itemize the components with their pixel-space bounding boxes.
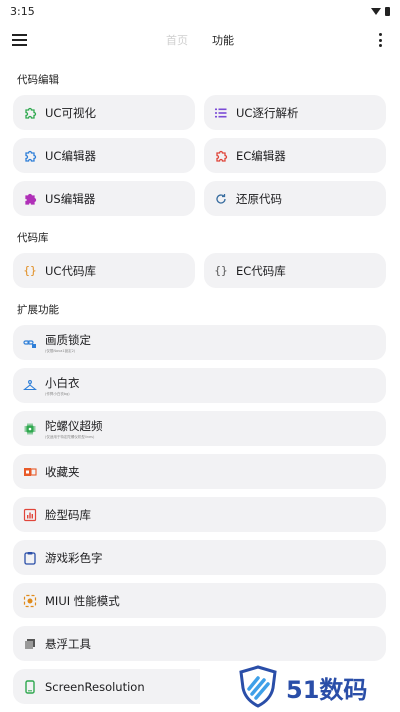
card-text: 画质锁定 (仅限Nova1锁定2) [45,332,91,354]
braces-icon: {} [23,264,37,277]
card-label: 脸型码库 [45,507,91,522]
card-label: UC代码库 [45,263,96,278]
shield-logo-icon [236,664,280,712]
card-label: EC编辑器 [236,148,286,163]
wifi-icon [371,7,381,15]
puzzle-icon [23,106,37,120]
face-code-lib-button[interactable]: 脸型码库 [13,497,386,532]
restore-code-button[interactable]: 还原代码 [204,181,386,216]
link-lock-icon [23,336,37,350]
clipboard-icon [23,551,37,565]
status-time: 3:15 [10,4,35,18]
tab-home[interactable]: 首页 [166,32,188,48]
card-sublabel: (仅限Nova1锁定2) [45,348,76,353]
favorites-button[interactable]: 收藏夹 [13,454,386,489]
ec-editor-button[interactable]: EC编辑器 [204,138,386,173]
card-label: MIUI 性能模式 [45,593,120,608]
list-icon [214,106,228,120]
card-label: UC可视化 [45,105,96,120]
uc-editor-button[interactable]: UC编辑器 [13,138,195,173]
card-label: 陀螺仪超频 [45,418,103,433]
card-label: 还原代码 [236,191,282,206]
app-bar: 首页 功能 [0,22,400,58]
card-text: 小白衣 (作弊小白衣bg) [45,375,80,397]
tab-bar: 首页 功能 [0,22,400,58]
us-editor-button[interactable]: US编辑器 [13,181,195,216]
game-color-text-button[interactable]: 游戏彩色字 [13,540,386,575]
card-label: US编辑器 [45,191,96,206]
card-sublabel: (仅适用于特定陀螺仪机型lines) [45,434,95,439]
card-label: 画质锁定 [45,332,91,347]
folder-icon [23,465,37,479]
section-title-code-edit: 代码编辑 [17,74,59,86]
menu-icon[interactable] [12,29,34,51]
layers-icon [23,637,37,651]
section-title-code-lib: 代码库 [17,232,49,244]
tab-functions[interactable]: 功能 [212,32,234,48]
phone-icon [23,679,37,694]
more-vert-icon[interactable] [372,29,388,51]
hanger-icon [23,379,37,393]
code-lib-grid: {} UC代码库 {} EC代码库 [0,253,400,288]
watermark-text: 51数码 [286,676,368,704]
code-edit-grid: UC可视化 UC逐行解析 UC编辑器 EC编辑器 US编辑器 还原代码 [0,95,400,216]
status-icons [371,6,390,16]
xiaobaiyi-button[interactable]: 小白衣 (作弊小白衣bg) [13,368,386,403]
card-label: EC代码库 [236,263,286,278]
card-label: 悬浮工具 [45,636,91,651]
card-label: UC编辑器 [45,148,96,163]
card-label: 收藏夹 [45,464,80,479]
uc-code-lib-button[interactable]: {} UC代码库 [13,253,195,288]
extensions-list: 画质锁定 (仅限Nova1锁定2) 小白衣 (作弊小白衣bg) 陀螺仪超频 (仅… [0,325,400,704]
chip-icon [23,422,37,436]
ec-code-lib-button[interactable]: {} EC代码库 [204,253,386,288]
card-text: 陀螺仪超频 (仅适用于特定陀螺仪机型lines) [45,418,103,440]
section-title-extensions: 扩展功能 [17,304,59,316]
puzzle-icon [23,149,37,163]
refresh-icon [214,192,228,206]
float-tool-button[interactable]: 悬浮工具 [13,626,386,661]
battery-icon [385,6,390,16]
watermark: 51数码 [200,663,400,712]
card-label: UC逐行解析 [236,105,299,120]
uc-visual-button[interactable]: UC可视化 [13,95,195,130]
card-label: ScreenResolution [45,679,145,694]
miui-performance-button[interactable]: MIUI 性能模式 [13,583,386,618]
card-label: 小白衣 [45,375,80,390]
status-bar: 3:15 [0,0,400,22]
puzzle-icon [23,192,37,206]
target-icon [23,594,37,608]
braces-icon: {} [214,264,228,277]
card-label: 游戏彩色字 [45,550,103,565]
quality-lock-button[interactable]: 画质锁定 (仅限Nova1锁定2) [13,325,386,360]
uc-line-parse-button[interactable]: UC逐行解析 [204,95,386,130]
bar-chart-icon [23,508,37,522]
puzzle-icon [214,149,228,163]
card-sublabel: (作弊小白衣bg) [45,391,70,396]
gyro-overclock-button[interactable]: 陀螺仪超频 (仅适用于特定陀螺仪机型lines) [13,411,386,446]
